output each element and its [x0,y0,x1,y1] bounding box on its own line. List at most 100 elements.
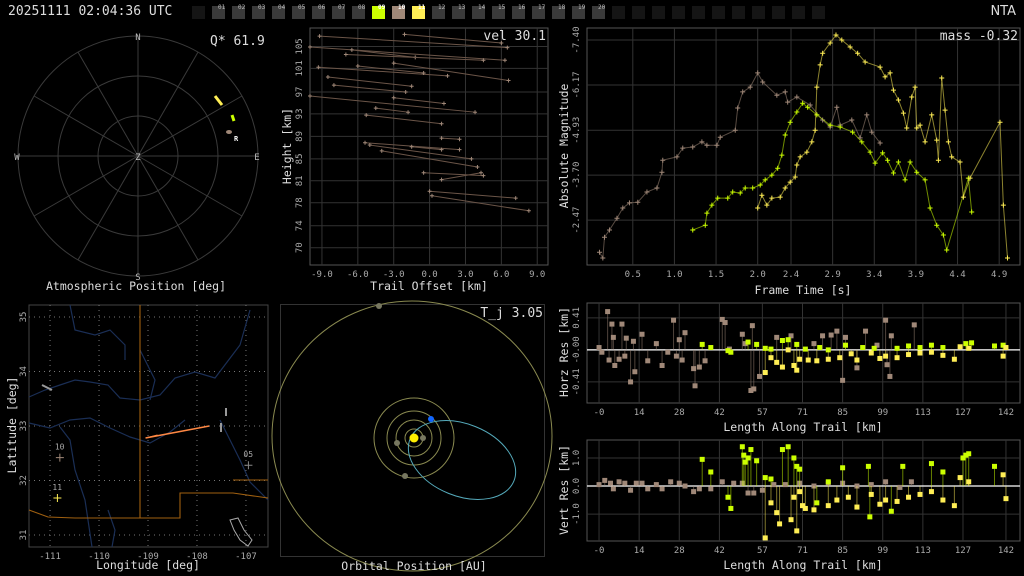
residual-point-10 [619,321,625,327]
x-tick-label: 85 [837,408,848,418]
y-tick-label: 0.41 [572,307,582,329]
residual-point-11 [825,356,831,362]
q-star-stat: Q* 61.9 [210,34,265,49]
y-tick-label: 34 [19,366,29,377]
x-tick-label: 99 [877,546,888,556]
meteoroid-orbit [407,420,517,500]
residual-point-10 [645,358,651,364]
y-tick-label: -0.41 [572,368,582,395]
residual-point-09 [699,456,705,462]
residual-point-10 [782,482,788,488]
residual-point-11 [794,367,800,373]
residual-point-10 [739,331,745,337]
planet [420,435,426,441]
residual-point-09 [991,463,997,469]
residual-point-09 [871,345,877,351]
azimuth-spoke [137,51,199,157]
residual-point-09 [699,341,705,347]
residual-point-10 [612,363,618,368]
trail-station-10 [226,130,232,134]
x-axis-label: Longitude [deg] [96,558,200,572]
residual-point-09 [906,343,912,349]
residual-point-10 [731,480,737,486]
residual-point-10 [691,489,697,495]
residual-point-09 [791,455,797,461]
residual-point-09 [888,508,894,514]
residual-point-10 [602,477,608,483]
residual-point-09 [708,345,714,351]
sun [409,433,419,443]
residual-point-10 [757,373,763,379]
residual-point-09 [728,505,734,511]
residual-point-10 [751,490,757,496]
y-axis-label: Horz Res [km] [557,307,571,397]
x-tick-label: 71 [797,546,808,556]
residual-point-11 [957,344,963,350]
orbital-position-panel [271,300,553,572]
residual-point-11 [868,350,874,356]
residual-point-11 [837,355,843,361]
residual-point-10 [668,479,674,485]
residual-point-10 [834,328,840,334]
residual-point-11 [1000,353,1006,359]
y-tick-label: 0.0 [572,478,582,494]
residual-point-11 [797,356,803,362]
residual-point-09 [779,447,785,453]
residual-point-09 [779,338,785,343]
azimuth-spoke [33,155,139,217]
residual-point-10 [840,377,846,383]
residual-point-10 [671,317,677,323]
residual-point-09 [867,514,873,520]
residual-point-09 [762,475,768,481]
residual-point-11 [883,497,889,503]
residual-point-10 [616,356,622,362]
residual-point-11 [848,351,854,357]
x-tick-label: -6.0 [347,270,369,280]
y-tick-label: 93 [295,108,305,119]
x-tick-label: 6.0 [493,270,509,280]
orbital-position-title: Orbital Position [AU] [341,559,486,573]
residual-point-09 [802,346,808,352]
residual-point-11 [854,504,860,510]
residual-point-11 [774,359,780,365]
y-tick-label: -1.0 [572,503,582,525]
x-tick-label: 142 [998,546,1014,556]
residual-point-10 [888,333,894,339]
residual-point-10 [676,480,682,486]
residual-point-10 [696,486,702,492]
orbital-frame [280,304,545,557]
x-tick-label: 2.0 [750,270,766,280]
x-tick-label: 14 [634,546,645,556]
residual-point-10 [628,379,634,385]
azimuth-spoke [137,155,199,261]
residual-point-09 [840,465,846,471]
residual-point-09 [969,340,975,346]
x-tick-label: 127 [955,546,971,556]
azimuth-spoke [137,95,243,157]
residual-point-10 [653,482,659,488]
residual-point-10 [623,335,629,341]
residual-point-11 [1003,345,1009,351]
trail-station-09 [230,114,236,122]
residual-point-11 [785,347,791,353]
residual-point-11 [845,494,851,500]
y-tick-label: 101 [295,60,305,76]
residual-point-11 [774,510,780,516]
atmospheric-position-panel: NSEW ZR [14,33,259,283]
residual-point-11 [788,517,794,523]
residual-point-11 [825,503,831,509]
residual-point-10 [854,365,860,371]
residual-point-10 [682,330,688,336]
x-tick-label: -0 [594,546,605,556]
residual-point-10 [645,486,651,492]
residual-point-11 [762,535,768,541]
y-tick-label: 32 [19,475,29,486]
residual-point-10 [622,353,628,359]
residual-point-09 [865,463,871,469]
x-tick-label: 4.9 [991,270,1007,280]
y-tick-label: -4.93 [572,117,582,144]
x-tick-label: 142 [998,408,1014,418]
residual-point-10 [811,341,817,347]
y-tick-label: -2.47 [572,207,582,234]
residual-point-10 [749,323,755,329]
